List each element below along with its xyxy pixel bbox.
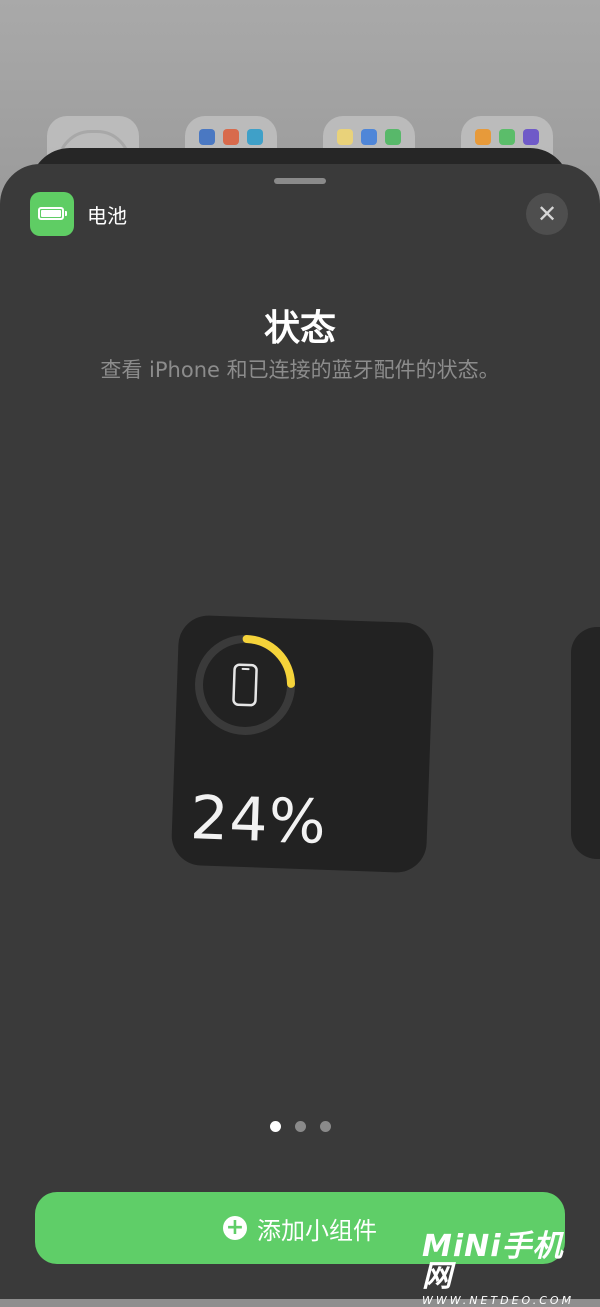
- battery-app-icon: [30, 192, 74, 236]
- page-dot[interactable]: [294, 1121, 306, 1132]
- watermark-site: WWW.NETDEO.COM: [422, 1294, 575, 1307]
- close-button[interactable]: ✕: [526, 193, 568, 235]
- app-name: 电池: [87, 204, 127, 228]
- next-widget-preview[interactable]: [571, 627, 600, 859]
- widget-title: 状态: [263, 308, 336, 349]
- battery-widget-preview[interactable]: 24%: [170, 614, 435, 874]
- watermark-brand: MiNi手机网: [422, 1229, 564, 1294]
- widget-description: 查看 iPhone 和已连接的蓝牙配件的状态。: [100, 358, 500, 382]
- page-dot[interactable]: [269, 1121, 281, 1132]
- widget-sheet: 电池 ✕ 状态 查看 iPhone 和已连接的蓝牙配件的状态。 24% + 添加…: [0, 164, 600, 1299]
- add-widget-label: 添加小组件: [257, 1216, 377, 1245]
- page-indicator[interactable]: [0, 1121, 600, 1132]
- battery-ring: [195, 634, 296, 735]
- page-dot[interactable]: [319, 1121, 331, 1132]
- battery-percentage: 24%: [189, 783, 328, 858]
- close-icon: ✕: [536, 200, 558, 228]
- watermark-logo: MiNi手机网 WWW.NETDEO.COM: [422, 1232, 592, 1307]
- sheet-grabber[interactable]: [274, 178, 326, 184]
- plus-circle-icon: +: [223, 1216, 247, 1240]
- iphone-icon: [232, 663, 258, 707]
